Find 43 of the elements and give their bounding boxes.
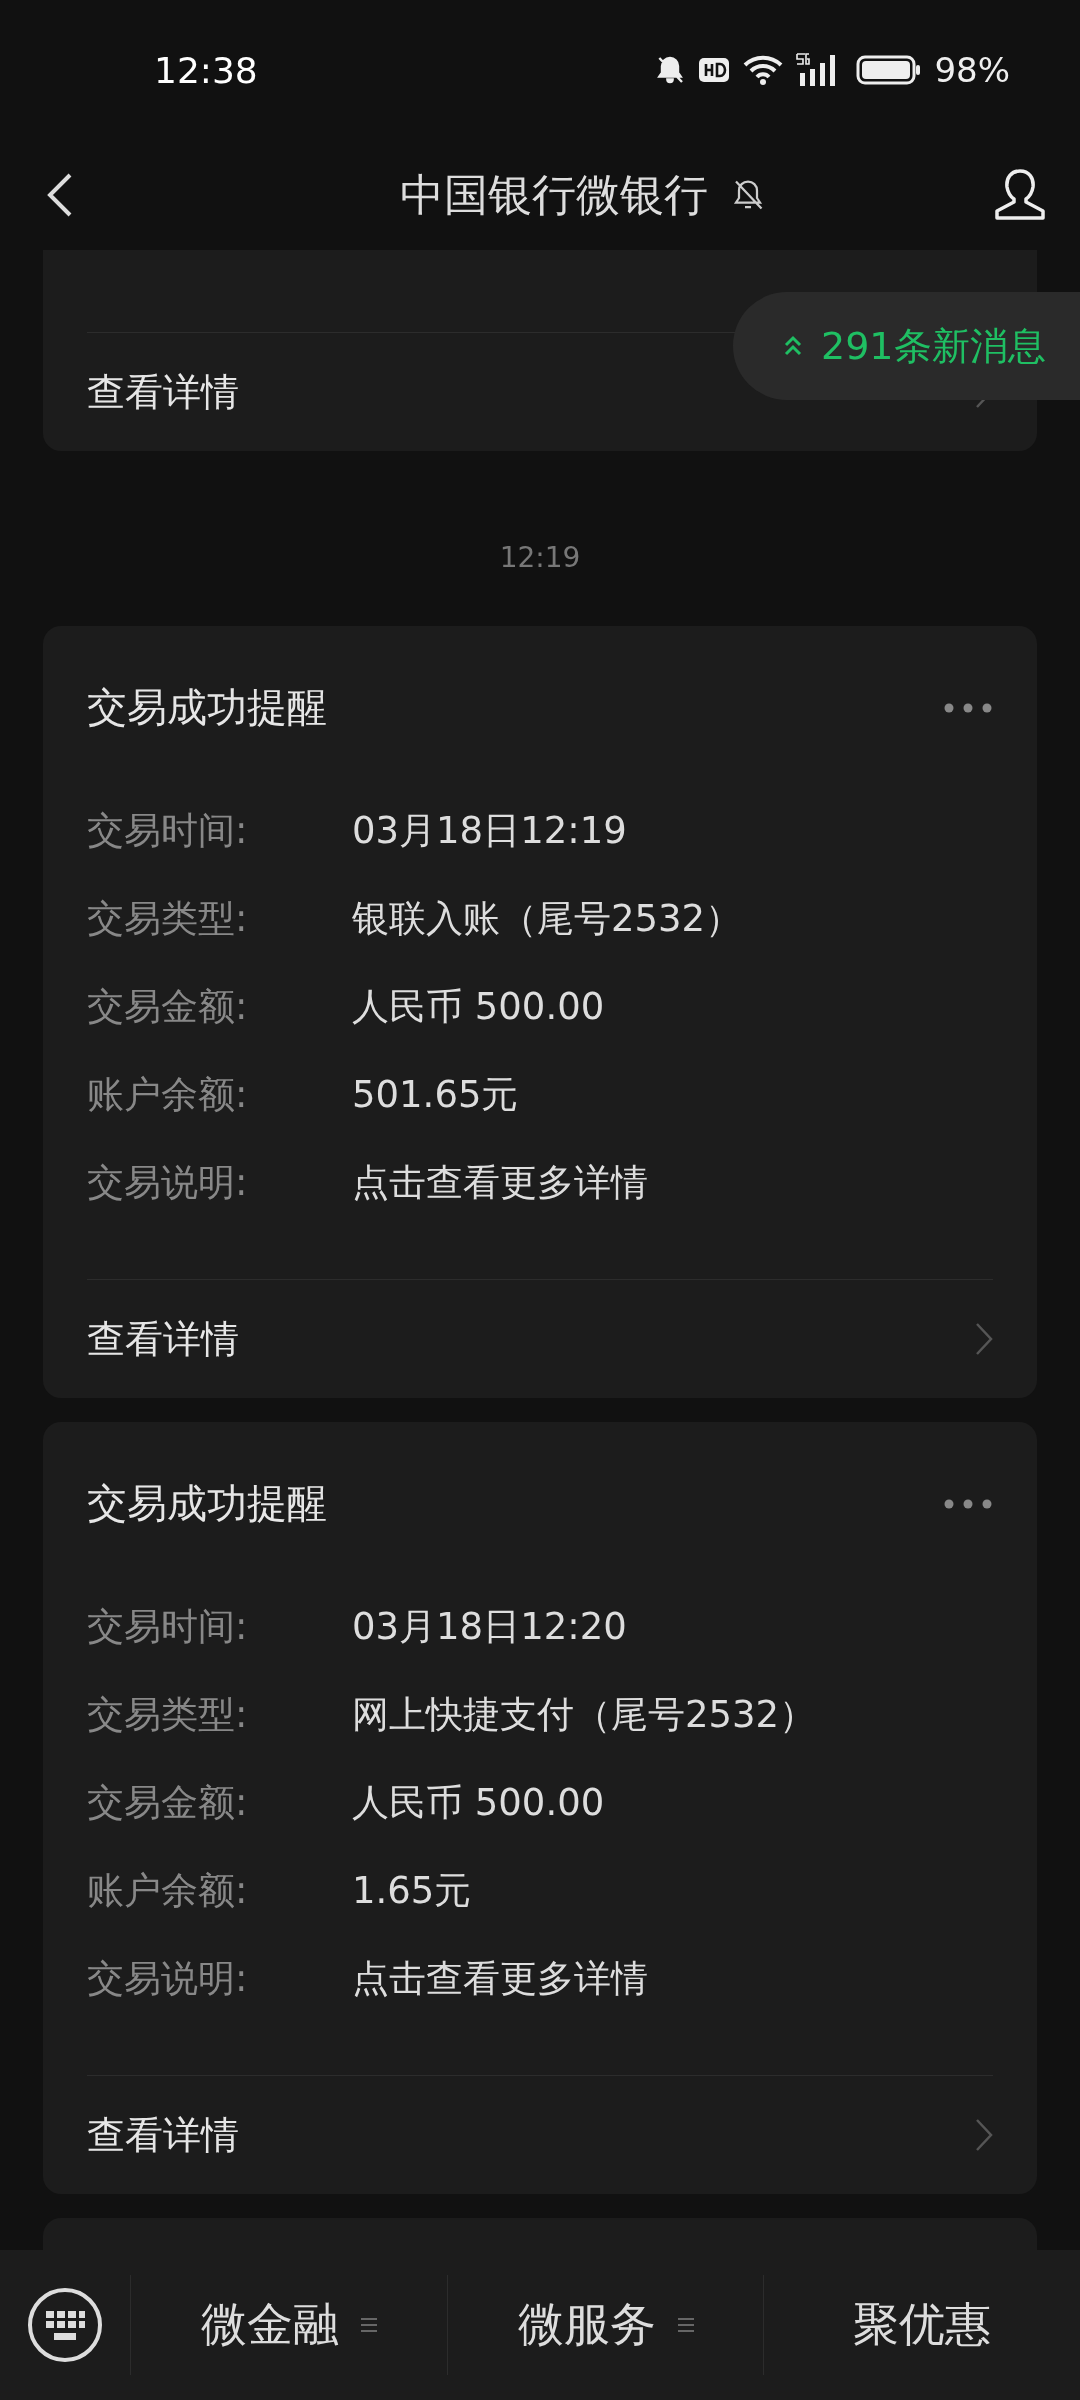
field-label: 交易金额: [87, 984, 249, 1030]
card-title: 交易成功提醒 [87, 1479, 327, 1528]
field-label: 交易类型: [87, 1692, 249, 1738]
menu-tab[interactable]: 聚优惠 [764, 2275, 1080, 2375]
field-label: 账户余额: [87, 1868, 249, 1914]
list-icon [360, 2317, 377, 2333]
field-label: 交易时间: [87, 808, 249, 854]
more-icon[interactable] [943, 701, 993, 714]
chat-title: 中国银行微银行 [400, 167, 708, 222]
field-value: 1.65元 [352, 1868, 472, 1914]
field-label: 交易类型: [87, 896, 249, 942]
more-icon[interactable] [943, 1497, 993, 1510]
view-details-link[interactable]: 查看详情 [87, 366, 239, 418]
menu-tab[interactable]: 微服务 [447, 2275, 765, 2375]
status-time: 12:38 [154, 49, 258, 91]
field-label: 账户余额: [87, 1072, 249, 1118]
person-icon[interactable] [992, 167, 1048, 223]
field-value: 03月18日12:19 [352, 808, 627, 854]
double-chevron-up-icon [783, 335, 803, 357]
message-time: 12:19 [498, 540, 582, 576]
wifi-icon [742, 54, 785, 86]
field-label: 交易说明: [87, 1160, 249, 1206]
field-value: 501.65元 [352, 1072, 519, 1118]
card-title: 交易成功提醒 [87, 683, 327, 732]
list-icon [677, 2317, 694, 2333]
field-value: 人民币 500.00 [352, 984, 605, 1030]
field-value: 03月18日12:20 [352, 1604, 627, 1650]
keyboard-icon[interactable] [27, 2287, 103, 2363]
field-label: 交易说明: [87, 1956, 249, 2002]
menu-tab[interactable]: 微金融 [131, 2275, 448, 2375]
field-label: 交易时间: [87, 1604, 249, 1650]
new-messages-button[interactable]: 291条新消息 [733, 292, 1080, 400]
field-value: 人民币 500.00 [352, 1780, 605, 1826]
field-value: 点击查看更多详情 [352, 1160, 648, 1206]
field-value: 点击查看更多详情 [352, 1956, 648, 2002]
field-value: 银联入账（尾号2532） [352, 896, 743, 942]
view-details-link[interactable]: 查看详情 [87, 2109, 239, 2161]
field-value: 网上快捷支付（尾号2532） [352, 1692, 817, 1738]
battery-icon [856, 54, 923, 86]
view-details-link[interactable]: 查看详情 [87, 1313, 239, 1365]
battery-level: 98% [934, 50, 1010, 90]
field-label: 交易金额: [87, 1780, 249, 1826]
hd-icon [698, 56, 731, 84]
